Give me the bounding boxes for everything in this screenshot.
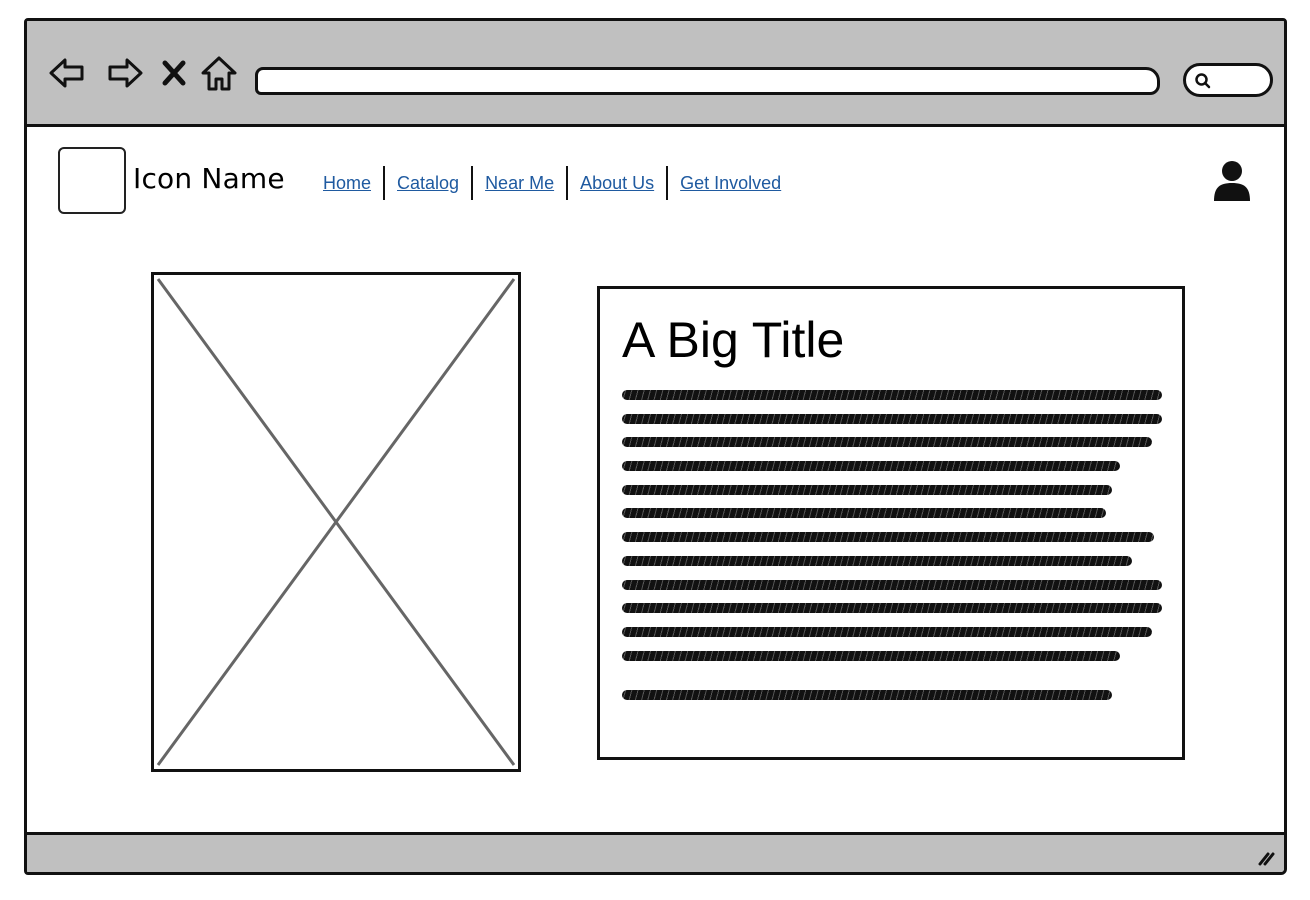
text-line: [622, 437, 1152, 448]
text-line: [622, 390, 1162, 400]
forward-arrow-icon[interactable]: [105, 53, 145, 93]
text-line: [622, 461, 1120, 472]
text-line: [622, 579, 1162, 590]
nav-link-near-me[interactable]: Near Me: [485, 173, 554, 194]
image-placeholder: [151, 272, 521, 772]
nav-link-catalog[interactable]: Catalog: [397, 173, 459, 194]
text-line: [622, 555, 1132, 566]
text-line: [622, 690, 1112, 701]
body-text-placeholder: [622, 390, 1162, 701]
text-line: [622, 484, 1112, 495]
main-nav: Home Catalog Near Me About Us Get Involv…: [323, 165, 781, 201]
status-bar: [27, 832, 1284, 872]
search-field[interactable]: [1183, 63, 1273, 97]
nav-link-about-us[interactable]: About Us: [580, 173, 654, 194]
text-line: [622, 413, 1162, 424]
page-title: A Big Title: [622, 312, 845, 368]
url-bar[interactable]: [255, 67, 1160, 95]
logo-placeholder: [58, 147, 126, 214]
back-arrow-icon[interactable]: [47, 53, 87, 93]
nav-divider: [471, 166, 474, 200]
nav-divider: [383, 166, 386, 200]
content-card: A Big Title: [597, 286, 1185, 760]
text-line: [622, 532, 1154, 543]
brand-name: Icon Name: [133, 162, 285, 195]
text-line: [622, 603, 1162, 614]
home-icon[interactable]: [199, 53, 239, 93]
user-icon[interactable]: [1212, 159, 1252, 203]
nav-divider: [566, 166, 569, 200]
text-line: [622, 626, 1152, 637]
text-line: [622, 508, 1106, 519]
browser-window: Icon Name Home Catalog Near Me About Us …: [24, 18, 1287, 875]
nav-link-get-involved[interactable]: Get Involved: [680, 173, 781, 194]
search-icon: [1195, 73, 1211, 89]
nav-divider: [666, 166, 669, 200]
resize-grip-icon[interactable]: [1254, 844, 1276, 866]
nav-link-home[interactable]: Home: [323, 173, 371, 194]
close-icon[interactable]: [157, 53, 191, 93]
browser-toolbar: [27, 21, 1284, 127]
text-line: [622, 650, 1120, 661]
